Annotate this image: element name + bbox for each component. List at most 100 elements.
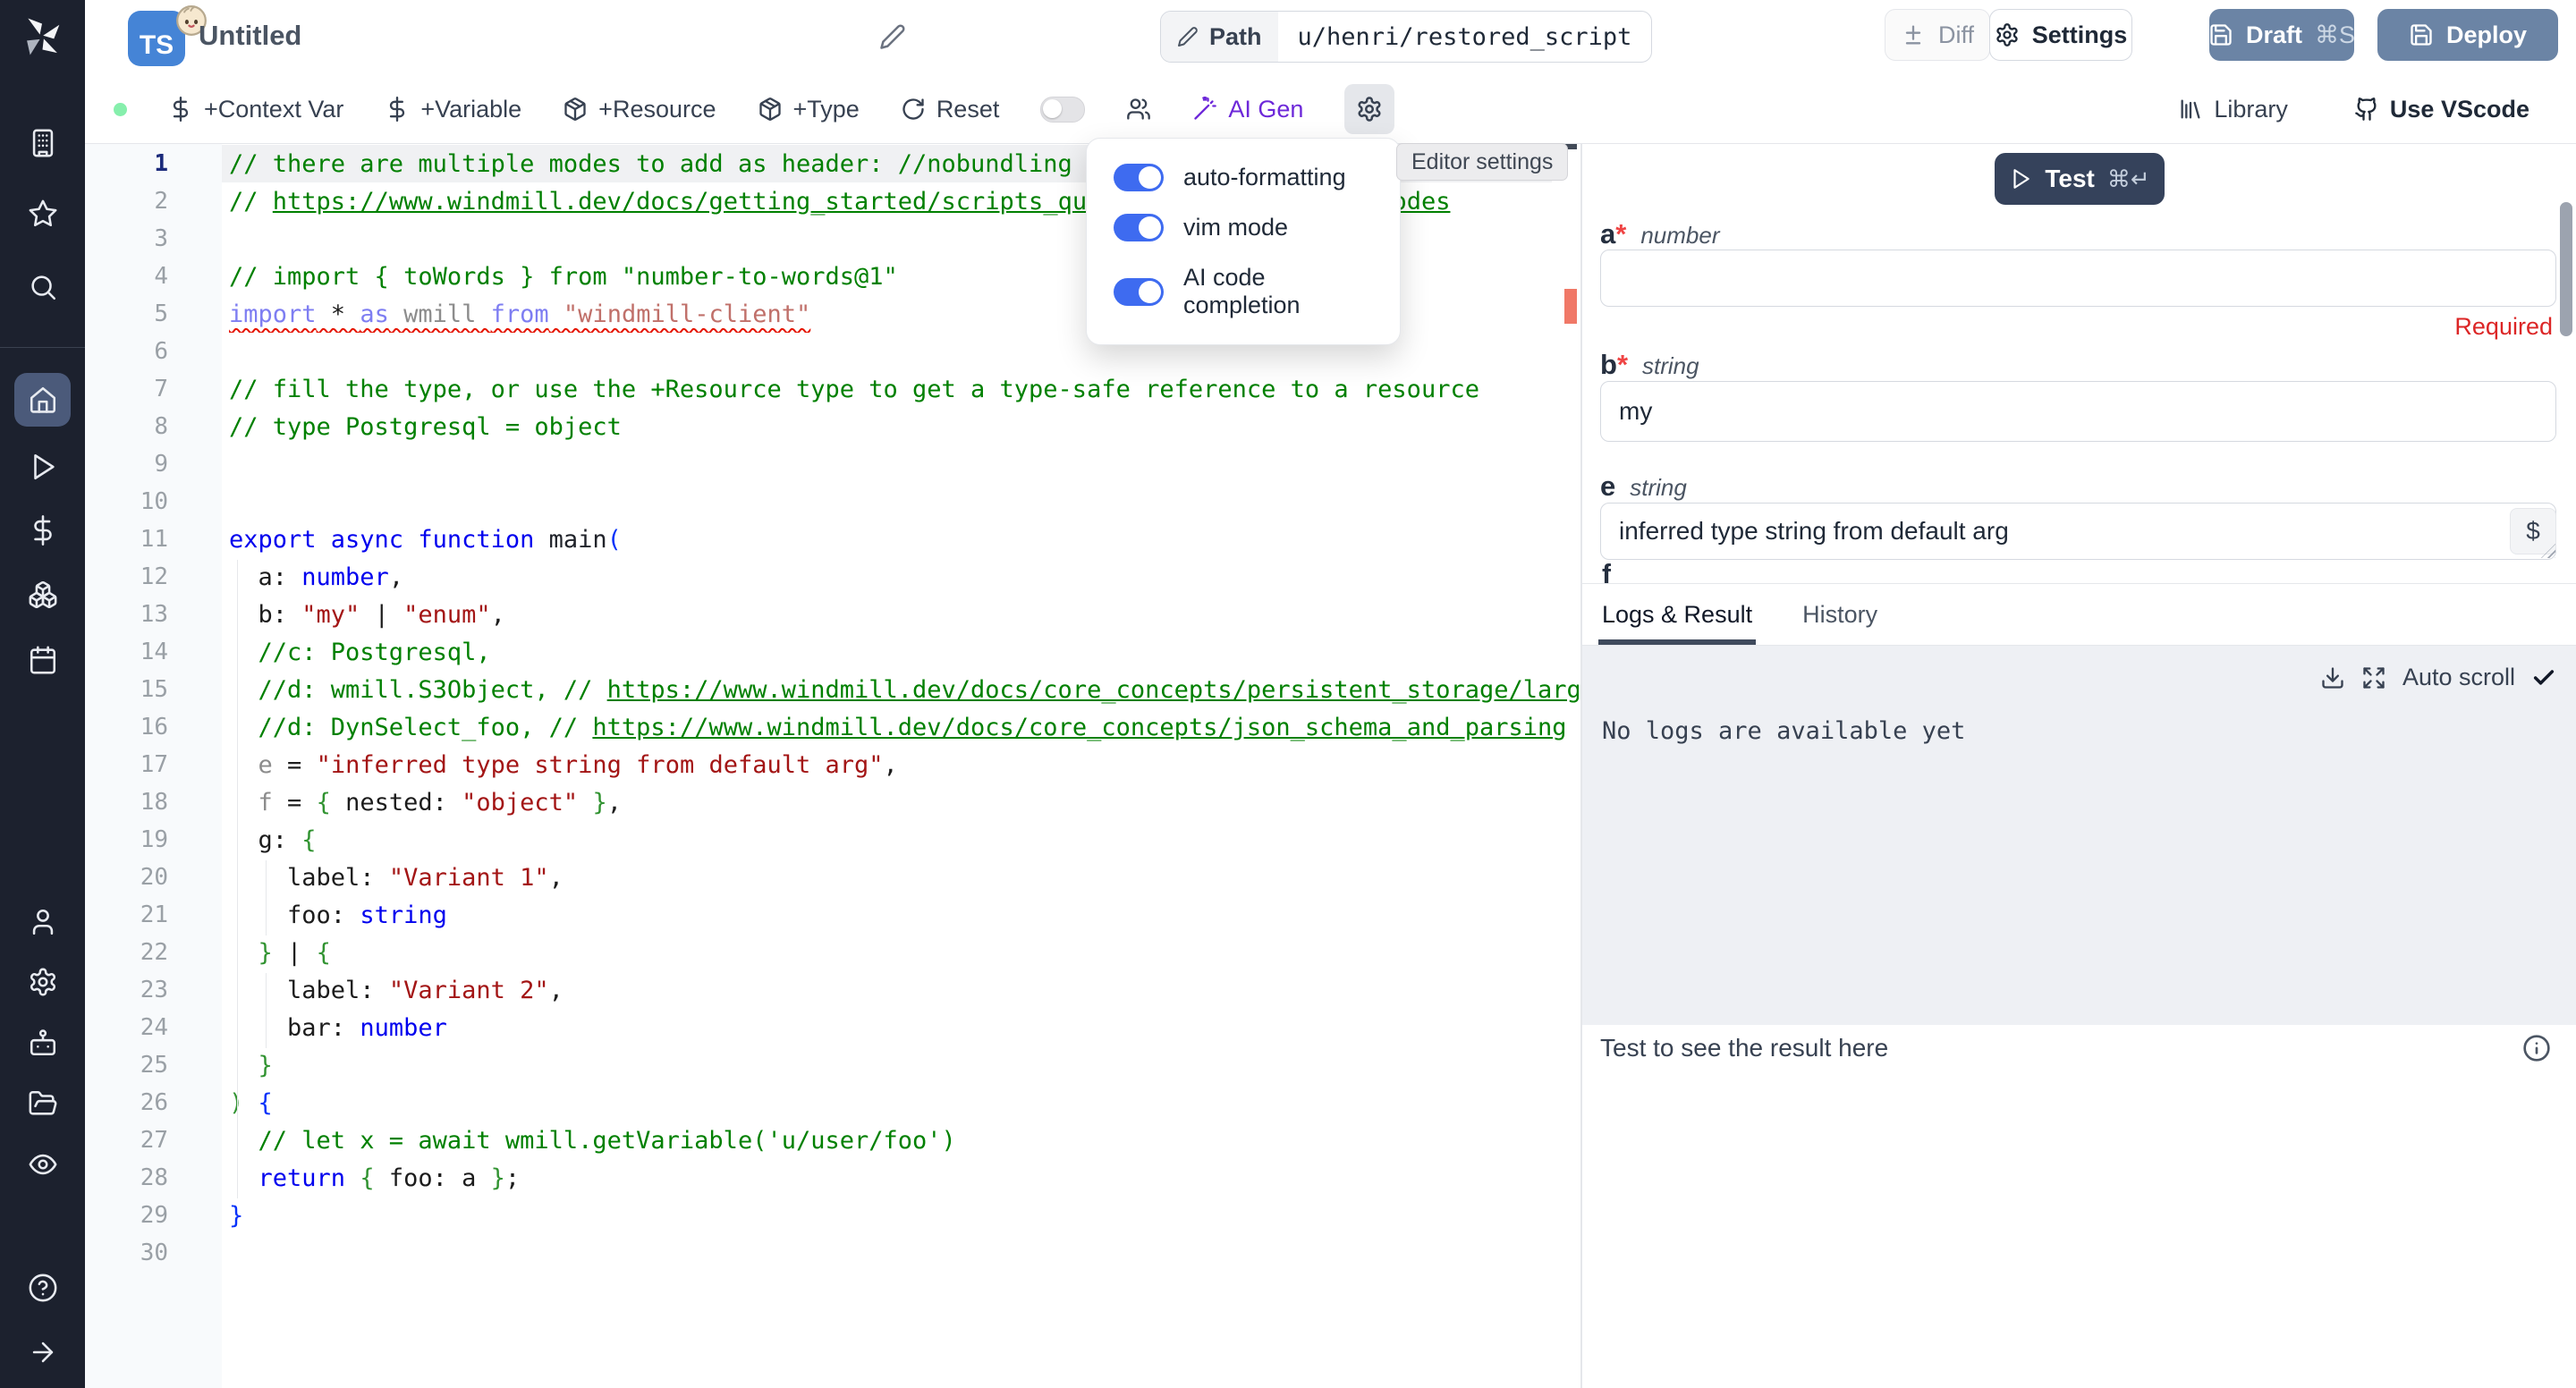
calendar-icon — [28, 645, 58, 675]
field-a-error: Required — [2454, 313, 2553, 341]
required-star: * — [1615, 218, 1626, 250]
sidebar-item-gear[interactable] — [0, 954, 85, 1010]
line-number: 10 — [85, 488, 222, 515]
sidebar-item-home[interactable] — [14, 373, 71, 427]
path-value: u/henri/restored_script — [1278, 12, 1652, 62]
setting-row: vim mode — [1114, 214, 1373, 241]
line-number: 1 — [85, 150, 222, 177]
test-button[interactable]: Test ⌘↵ — [1995, 153, 2165, 205]
draft-button[interactable]: Draft ⌘S — [2209, 9, 2354, 61]
sidebar-item-search[interactable] — [0, 259, 85, 315]
code-line: 19 g: { — [85, 821, 1579, 859]
insert-variable-button[interactable]: $ — [2510, 508, 2556, 554]
sidebar-item-user[interactable] — [0, 894, 85, 950]
auto-scroll-check-icon[interactable] — [2531, 665, 2556, 690]
line-number: 7 — [85, 376, 222, 402]
wand-icon — [1192, 97, 1217, 122]
editor-settings-popup: auto-formattingvim modeAI code completio… — [1086, 138, 1401, 345]
add-resource-button[interactable]: +Resource — [563, 96, 716, 123]
line-number: 15 — [85, 676, 222, 703]
toggle-label: vim mode — [1183, 214, 1288, 241]
panel-scrollbar[interactable] — [2560, 202, 2572, 336]
sidebar-item-help[interactable] — [0, 1260, 85, 1316]
download-logs-icon[interactable] — [2320, 665, 2345, 690]
ai-gen-button[interactable]: AI Gen — [1192, 96, 1303, 123]
line-number: 28 — [85, 1164, 222, 1191]
line-number: 2 — [85, 188, 222, 215]
reset-button[interactable]: Reset — [901, 96, 1000, 123]
sidebar-item-star[interactable] — [0, 186, 85, 241]
line-number: 12 — [85, 563, 222, 590]
line-number: 23 — [85, 977, 222, 1003]
add-context-var-button[interactable]: +Context Var — [168, 96, 343, 123]
line-number: 9 — [85, 451, 222, 478]
toggle-switch[interactable] — [1114, 278, 1164, 306]
test-shortcut: ⌘↵ — [2107, 165, 2150, 193]
github-icon — [2354, 97, 2379, 122]
sidebar-nav — [0, 0, 85, 1388]
top-header: TS Untitled Path u/henri/restored_script… — [85, 0, 2576, 76]
field-a-input[interactable] — [1600, 250, 2556, 307]
code-line: 29} — [85, 1197, 1579, 1234]
sidebar-item-eye[interactable] — [0, 1137, 85, 1192]
code-line: 7// fill the type, or use the +Resource … — [85, 370, 1579, 408]
line-number: 21 — [85, 901, 222, 928]
draft-shortcut: ⌘S — [2315, 21, 2355, 49]
tab-history[interactable]: History — [1802, 584, 1877, 645]
line-number: 18 — [85, 789, 222, 816]
line-number: 27 — [85, 1127, 222, 1154]
add-type-button[interactable]: +Type — [758, 96, 860, 123]
sidebar-item-play[interactable] — [0, 439, 85, 495]
expand-logs-icon[interactable] — [2361, 665, 2386, 690]
result-placeholder: Test to see the result here — [1600, 1034, 1888, 1062]
code-line: 14 //c: Postgresql, — [85, 633, 1579, 671]
line-number: 13 — [85, 601, 222, 628]
line-number: 17 — [85, 751, 222, 778]
code-line: 13 b: "my" | "enum", — [85, 596, 1579, 633]
info-icon[interactable] — [2522, 1034, 2551, 1062]
code-line: 18 f = { nested: "object" }, — [85, 783, 1579, 821]
building-icon — [28, 128, 58, 158]
collaboration-toggle[interactable] — [1040, 97, 1085, 123]
result-panel: Test to see the result here — [1582, 1025, 2576, 1388]
home-icon — [28, 385, 58, 415]
field-e-input[interactable] — [1600, 503, 2556, 560]
code-line: 15 //d: wmill.S3Object, // https://www.w… — [85, 671, 1579, 708]
deploy-button[interactable]: Deploy — [2377, 9, 2558, 61]
play-icon — [28, 452, 58, 482]
use-vscode-button[interactable]: Use VScode — [2354, 96, 2529, 123]
code-line: 21 foo: string — [85, 896, 1579, 934]
line-number: 22 — [85, 939, 222, 966]
line-number: 24 — [85, 1014, 222, 1041]
tab-logs-result[interactable]: Logs & Result — [1602, 584, 1752, 645]
editor-settings-gear-button[interactable] — [1344, 84, 1394, 134]
code-line: 24 bar: number — [85, 1009, 1579, 1046]
logs-panel: Auto scroll No logs are available yet — [1582, 646, 2576, 1026]
collaborators-icon[interactable] — [1126, 97, 1151, 122]
line-number: 5 — [85, 300, 222, 327]
sidebar-item-boxes[interactable] — [0, 567, 85, 622]
code-line: 10 — [85, 483, 1579, 520]
sidebar-item-dollar[interactable] — [0, 503, 85, 558]
field-b-input[interactable] — [1600, 381, 2556, 442]
diff-button[interactable]: Diff — [1885, 9, 1990, 61]
sidebar-item-bot[interactable] — [0, 1015, 85, 1071]
sidebar-item-folder-open[interactable] — [0, 1076, 85, 1131]
sidebar-item-calendar[interactable] — [0, 632, 85, 688]
sidebar-item-arrow-right[interactable] — [0, 1325, 85, 1380]
library-button[interactable]: Library — [2178, 96, 2288, 123]
sidebar-divider — [0, 347, 85, 348]
path-field[interactable]: Path u/henri/restored_script — [1160, 11, 1652, 63]
dollar-icon — [385, 97, 410, 122]
toggle-switch[interactable] — [1114, 164, 1164, 191]
toggle-switch[interactable] — [1114, 214, 1164, 241]
error-marker[interactable] — [1564, 289, 1577, 324]
settings-button[interactable]: Settings — [1989, 9, 2132, 61]
sidebar-item-building[interactable] — [0, 115, 85, 171]
windmill-script-editor: TS Untitled Path u/henri/restored_script… — [0, 0, 2576, 1388]
edit-title-pencil-icon[interactable] — [879, 23, 906, 50]
add-variable-button[interactable]: +Variable — [385, 96, 521, 123]
toggle-label: AI code completion — [1183, 264, 1373, 319]
windmill-logo-icon[interactable] — [16, 11, 68, 63]
package-icon — [563, 97, 588, 122]
